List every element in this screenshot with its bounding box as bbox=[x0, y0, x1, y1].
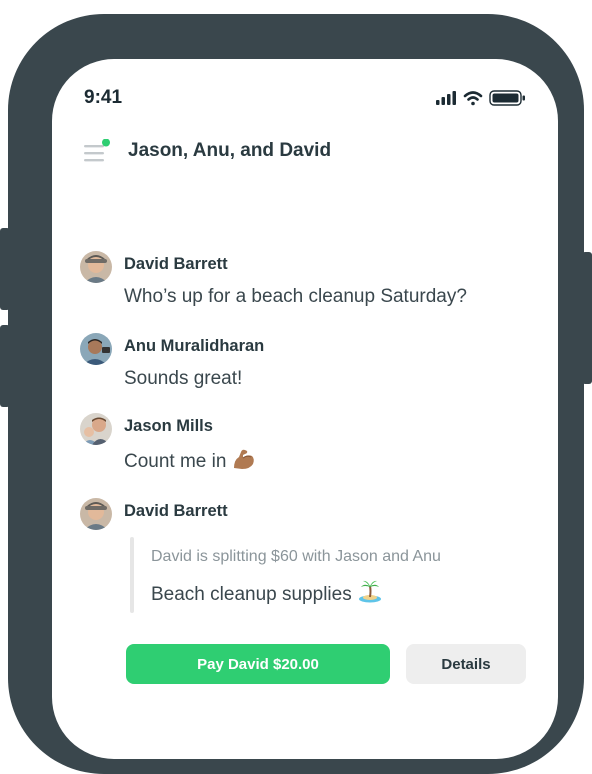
message-sender: David Barrett bbox=[124, 502, 228, 520]
battery-icon bbox=[489, 90, 525, 106]
split-request-title: Beach cleanup supplies bbox=[151, 579, 382, 606]
jason-avatar[interactable] bbox=[80, 413, 112, 445]
message-text: Who’s up for a beach cleanup Saturday? bbox=[124, 286, 467, 307]
message-sender: Anu Muralidharan bbox=[124, 337, 265, 355]
flexed-biceps-icon bbox=[234, 449, 255, 469]
chat-title: Jason, Anu, and David bbox=[128, 140, 332, 161]
david-avatar[interactable] bbox=[80, 251, 112, 283]
pay-david-button[interactable]: Pay David $20.00 bbox=[126, 644, 390, 684]
cellular-signal-icon bbox=[436, 91, 456, 105]
status-icons bbox=[436, 90, 525, 106]
message-text-content: Count me in bbox=[124, 451, 227, 472]
hamburger-menu-icon[interactable] bbox=[84, 139, 112, 167]
wifi-icon bbox=[463, 91, 483, 106]
phone-screen: 9:41 Jason, Anu, and David David Barrett… bbox=[52, 59, 558, 759]
message-text: Count me in bbox=[124, 448, 256, 473]
david-avatar[interactable] bbox=[80, 498, 112, 530]
split-request-note: David is splitting $60 with Jason and An… bbox=[151, 548, 441, 565]
phone-frame: 9:41 Jason, Anu, and David David Barrett… bbox=[8, 14, 584, 774]
desert-island-icon bbox=[358, 580, 381, 603]
anu-avatar[interactable] bbox=[80, 333, 112, 365]
status-time: 9:41 bbox=[84, 87, 123, 108]
split-request-quote-bar bbox=[130, 537, 134, 613]
message-sender: Jason Mills bbox=[124, 417, 213, 435]
message-sender: David Barrett bbox=[124, 255, 228, 273]
chat-header: Jason, Anu, and David bbox=[84, 137, 524, 167]
details-button[interactable]: Details bbox=[406, 644, 526, 684]
split-request-title-text: Beach cleanup supplies bbox=[151, 584, 352, 605]
message-text: Sounds great! bbox=[124, 368, 243, 389]
